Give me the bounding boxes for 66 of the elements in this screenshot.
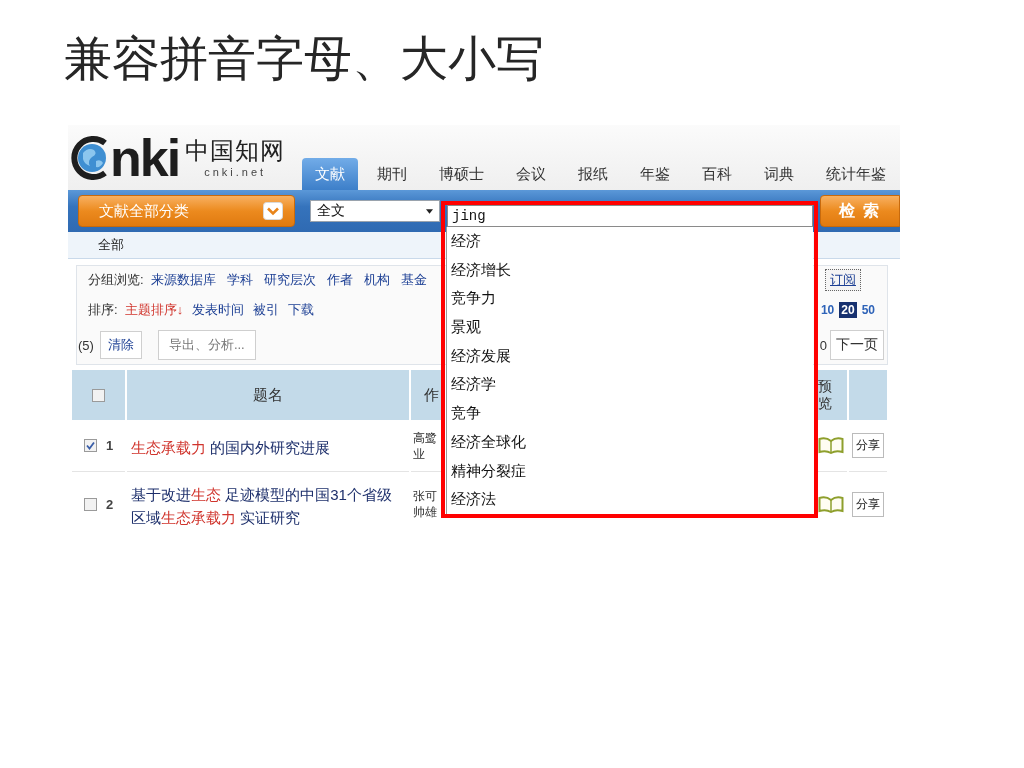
- chevron-down-icon: [263, 202, 283, 220]
- sort-option[interactable]: 被引: [253, 301, 280, 319]
- suggestion-item[interactable]: 竞争: [447, 399, 813, 428]
- title-link[interactable]: 基于改进生态 足迹模型的中国31个省级区域生态承载力 实证研究: [131, 483, 401, 529]
- column-header: 题名: [127, 370, 409, 420]
- checkbox[interactable]: [84, 497, 97, 511]
- group-link[interactable]: 研究层次: [263, 271, 316, 289]
- share-button[interactable]: 分享: [852, 491, 884, 517]
- author-text: 帅雄: [413, 504, 437, 520]
- sort-option[interactable]: 主题排序↓: [124, 301, 184, 319]
- slide-title: 兼容拼音字母、大小写: [63, 31, 545, 87]
- suggestion-item[interactable]: 经济全球化: [447, 427, 813, 457]
- sort-option[interactable]: 发表时间: [192, 301, 245, 319]
- tab[interactable]: 博硕士: [426, 158, 497, 190]
- field-select[interactable]: 全文: [310, 200, 440, 222]
- logo-wordmark: nki: [110, 134, 180, 181]
- group-link[interactable]: 作者: [326, 271, 353, 289]
- page-size-option[interactable]: 50: [859, 302, 877, 318]
- selected-count: (5): [78, 337, 94, 353]
- export-button[interactable]: 导出、分析...: [157, 330, 256, 360]
- row-number: 1: [106, 438, 114, 453]
- tab[interactable]: 词典: [751, 158, 807, 190]
- logo-calligraphy-text: 中国知网: [185, 137, 286, 166]
- subscribe-button[interactable]: 订阅: [825, 269, 861, 291]
- checkbox[interactable]: [84, 439, 97, 452]
- sort-label: 排序:: [88, 301, 118, 319]
- author-text: 高鹭: [413, 429, 437, 446]
- next-page-button[interactable]: 下一页: [830, 330, 884, 360]
- breadcrumb-text: 全部: [98, 236, 124, 254]
- group-link[interactable]: 机构: [363, 271, 390, 289]
- group-link[interactable]: 基金: [400, 271, 427, 289]
- group-browse-label: 分组浏览:: [88, 271, 144, 289]
- clear-button[interactable]: 清除: [99, 331, 142, 359]
- book-icon[interactable]: [818, 437, 844, 454]
- page-info-text: 0: [819, 337, 827, 353]
- logo-domain-text: cnki.net: [204, 166, 267, 179]
- suggestion-item[interactable]: 精神分裂症: [447, 456, 813, 486]
- title-link[interactable]: 生态承载力 的国内外研究进展: [131, 436, 331, 459]
- suggestion-item[interactable]: 竞争力: [447, 284, 813, 314]
- sort-option[interactable]: 下载: [288, 301, 315, 319]
- suggestion-item[interactable]: 经济: [447, 227, 813, 256]
- group-link[interactable]: 学科: [226, 271, 253, 289]
- suggestion-item[interactable]: 经济法: [447, 485, 813, 514]
- share-button[interactable]: 分享: [852, 433, 884, 458]
- page-size-option[interactable]: 10: [818, 302, 837, 318]
- header-cell: [849, 370, 887, 420]
- book-icon[interactable]: [818, 495, 844, 513]
- tab[interactable]: 报纸: [565, 158, 621, 190]
- suggestion-item[interactable]: 经济发展: [447, 341, 813, 371]
- tab[interactable]: 年鉴: [627, 158, 683, 190]
- author-text: 张可: [413, 488, 437, 504]
- search-field[interactable]: jing: [447, 205, 813, 227]
- caret-down-icon: [426, 208, 433, 214]
- page-size-option[interactable]: 20: [839, 302, 857, 318]
- globe-logo-icon: [70, 134, 110, 181]
- suggestion-item[interactable]: 景观: [447, 313, 813, 342]
- suggestion-item[interactable]: 经济增长: [447, 255, 813, 285]
- tab[interactable]: 期刊: [364, 158, 420, 190]
- tab[interactable]: 百科: [689, 158, 745, 190]
- suggestion-item[interactable]: 经济学: [447, 370, 813, 400]
- tab[interactable]: 会议: [503, 158, 559, 190]
- tab[interactable]: 统计年鉴: [813, 158, 899, 190]
- author-text: 业: [413, 445, 425, 462]
- checkbox[interactable]: [92, 388, 105, 402]
- row-number: 2: [106, 496, 114, 512]
- group-link[interactable]: 来源数据库: [150, 271, 216, 289]
